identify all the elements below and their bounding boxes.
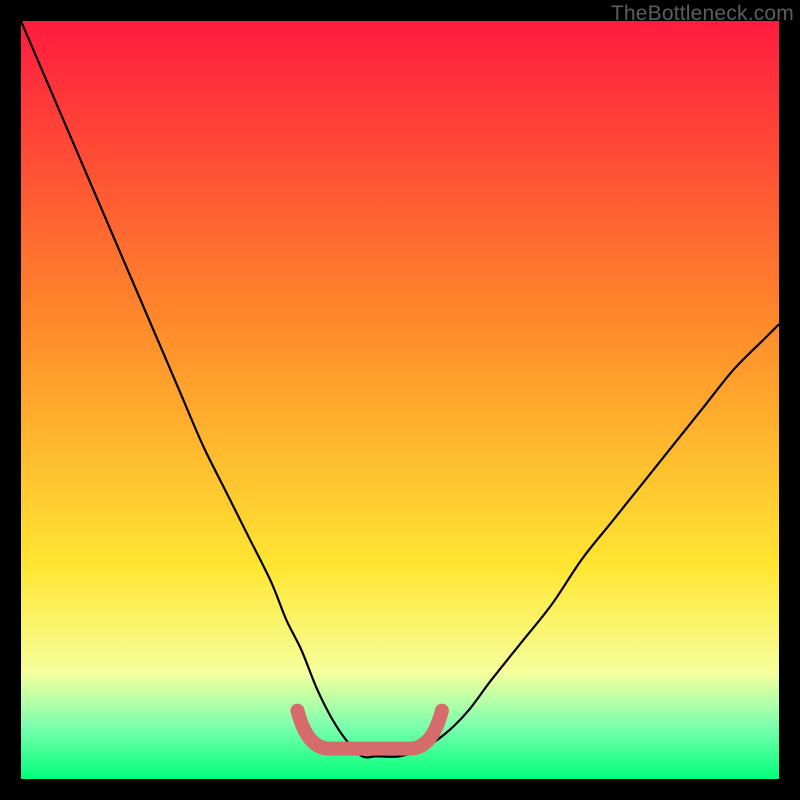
chart-frame: TheBottleneck.com [0, 0, 800, 800]
watermark-text: TheBottleneck.com [611, 2, 794, 26]
plot-area [21, 21, 779, 779]
bottleneck-chart [21, 21, 779, 779]
gradient-background [21, 21, 779, 779]
